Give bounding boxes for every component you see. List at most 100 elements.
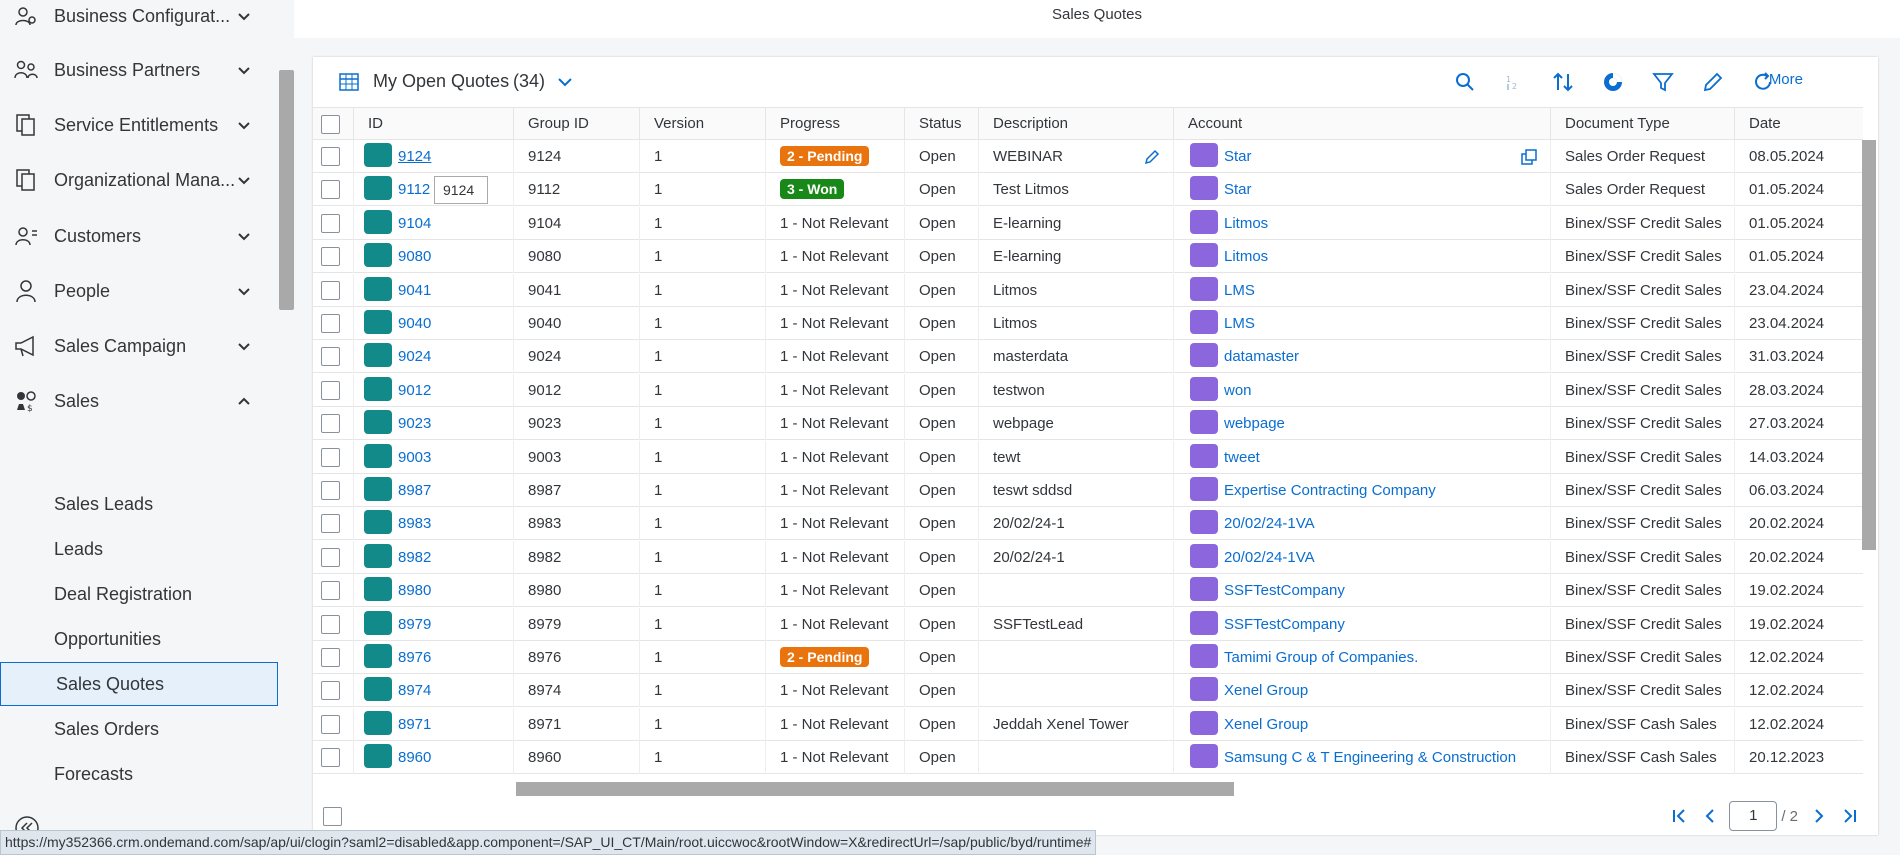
row-checkbox[interactable] — [321, 481, 340, 500]
account-link[interactable]: datamaster — [1224, 348, 1299, 365]
chart-icon[interactable] — [1601, 70, 1625, 94]
account-icon[interactable] — [1190, 410, 1218, 435]
quote-icon[interactable] — [364, 143, 392, 168]
table-vertical-scrollbar[interactable] — [1862, 140, 1876, 550]
row-checkbox[interactable] — [321, 714, 340, 734]
quote-id-link[interactable]: 8960 — [398, 749, 431, 766]
chevron-down-icon[interactable] — [236, 228, 252, 244]
row-checkbox[interactable] — [321, 581, 340, 601]
table-row[interactable]: 8976 8976 1 2 - Pending Open Tamimi Group of … — [313, 641, 1863, 674]
chevron-down-icon[interactable] — [236, 117, 252, 133]
account-link[interactable]: Samsung C & T Engineering & Construction — [1224, 749, 1516, 766]
quote-icon[interactable] — [364, 477, 392, 502]
account-icon[interactable] — [1190, 310, 1218, 335]
edit-description-icon[interactable] — [1143, 148, 1161, 166]
page-number-input[interactable]: 1 — [1729, 801, 1778, 831]
sidebar-group-6[interactable]: Sales Campaign — [0, 319, 270, 373]
quote-id-link[interactable]: 9041 — [398, 282, 431, 299]
sidebar-group-0[interactable]: Business Configurat... — [0, 0, 270, 43]
row-checkbox[interactable] — [321, 247, 340, 267]
quote-icon[interactable] — [364, 744, 392, 769]
quote-id-link[interactable]: 8983 — [398, 515, 431, 532]
chevron-up-icon[interactable] — [236, 393, 252, 409]
quote-icon[interactable] — [364, 677, 392, 702]
quote-icon[interactable] — [364, 644, 392, 669]
column-header-document-type[interactable]: Document Type — [1550, 108, 1734, 141]
quote-id-link[interactable]: 9003 — [398, 449, 431, 466]
account-icon[interactable] — [1190, 243, 1218, 268]
quote-id-link[interactable]: 9024 — [398, 348, 431, 365]
sidebar-item-deal-registration[interactable]: Deal Registration — [0, 572, 278, 616]
quote-id-link[interactable]: 8987 — [398, 482, 431, 499]
quote-id-link[interactable]: 9012 — [398, 382, 431, 399]
sidebar-item-sales-leads[interactable]: Sales Leads — [0, 482, 278, 526]
table-row[interactable]: 8987 8987 1 1 - Not Relevant Open teswt sddsd… — [313, 474, 1863, 507]
row-checkbox[interactable] — [321, 314, 340, 333]
table-row[interactable]: 8980 8980 1 1 - Not Relevant Open SSFTestComp… — [313, 574, 1863, 608]
account-link[interactable]: LMS — [1224, 315, 1255, 332]
account-icon[interactable] — [1190, 510, 1218, 535]
row-checkbox[interactable] — [321, 414, 340, 434]
account-icon[interactable] — [1190, 276, 1218, 301]
row-checkbox[interactable] — [321, 147, 340, 166]
column-header-id[interactable]: ID — [353, 108, 513, 141]
quote-icon[interactable] — [364, 510, 392, 535]
sidebar-group-1[interactable]: Business Partners — [0, 43, 270, 97]
sidebar-scrollbar[interactable] — [279, 70, 294, 310]
chevron-down-icon[interactable] — [236, 8, 252, 24]
sort-icon[interactable] — [1551, 70, 1575, 94]
column-header-description[interactable]: Description — [978, 108, 1173, 141]
quote-id-link[interactable]: 8979 — [398, 616, 431, 633]
sidebar-group-5[interactable]: People — [0, 264, 270, 318]
account-icon[interactable] — [1190, 710, 1218, 735]
sidebar-item-leads[interactable]: Leads — [0, 527, 278, 571]
next-page-icon[interactable] — [1808, 805, 1830, 827]
quote-icon[interactable] — [364, 410, 392, 435]
account-icon[interactable] — [1190, 744, 1218, 769]
chevron-down-icon[interactable] — [236, 283, 252, 299]
account-link[interactable]: 20/02/24-1VA — [1224, 549, 1315, 566]
quote-id-link[interactable]: 9112 — [398, 181, 430, 198]
quote-icon[interactable] — [364, 376, 392, 401]
account-icon[interactable] — [1190, 543, 1218, 568]
first-page-icon[interactable] — [1669, 805, 1691, 827]
column-header-status[interactable]: Status — [904, 108, 978, 141]
table-row[interactable]: 9124 9124 1 2 - Pending Open WEBINAR Star Sales… — [313, 140, 1863, 173]
quote-icon[interactable] — [364, 276, 392, 301]
table-row[interactable]: 8974 8974 1 1 - Not Relevant Open Xenel Group… — [313, 674, 1863, 708]
edit-icon[interactable] — [1701, 70, 1725, 94]
column-header-version[interactable]: Version — [639, 108, 765, 141]
table-row[interactable]: 8979 8979 1 1 - Not Relevant Open SSFTestLead… — [313, 607, 1863, 641]
quote-icon[interactable] — [364, 710, 392, 735]
table-row[interactable]: 9040 9040 1 1 - Not Relevant Open Litmos LMS Bi… — [313, 307, 1863, 340]
sidebar-item-opportunities[interactable]: Opportunities — [0, 617, 278, 661]
footer-checkbox[interactable] — [323, 807, 342, 826]
table-row[interactable]: 9080 9080 1 1 - Not Relevant Open E-learning L… — [313, 240, 1863, 274]
account-link[interactable]: SSFTestCompany — [1224, 616, 1345, 633]
quote-id-link[interactable]: 9080 — [398, 248, 431, 265]
column-header-date[interactable]: Date — [1734, 108, 1863, 141]
account-link[interactable]: Tamimi Group of Companies. — [1224, 649, 1418, 666]
quote-id-link[interactable]: 9040 — [398, 315, 431, 332]
account-link[interactable]: webpage — [1224, 415, 1285, 432]
account-link[interactable]: 20/02/24-1VA — [1224, 515, 1315, 532]
quote-icon[interactable] — [364, 343, 392, 368]
quote-icon[interactable] — [364, 209, 392, 234]
last-page-icon[interactable] — [1838, 805, 1860, 827]
row-checkbox[interactable] — [321, 447, 340, 467]
row-checkbox[interactable] — [321, 748, 340, 768]
sidebar-item-sales-quotes[interactable]: Sales Quotes — [0, 662, 278, 706]
account-icon[interactable] — [1190, 143, 1218, 168]
account-link[interactable]: Star — [1224, 181, 1252, 198]
table-view-icon[interactable] — [337, 70, 361, 94]
more-button[interactable]: More — [1769, 71, 1803, 88]
table-row[interactable]: 8971 8971 1 1 - Not Relevant Open Jeddah Xene… — [313, 707, 1863, 741]
chevron-down-icon[interactable] — [555, 72, 575, 92]
account-link[interactable]: Star — [1224, 148, 1252, 165]
quote-id-link[interactable]: 8971 — [398, 716, 431, 733]
quote-id-link[interactable]: 9124 — [398, 148, 431, 165]
row-checkbox[interactable] — [321, 347, 340, 367]
account-link[interactable]: Xenel Group — [1224, 716, 1308, 733]
row-checkbox[interactable] — [321, 180, 340, 200]
quote-icon[interactable] — [364, 543, 392, 568]
